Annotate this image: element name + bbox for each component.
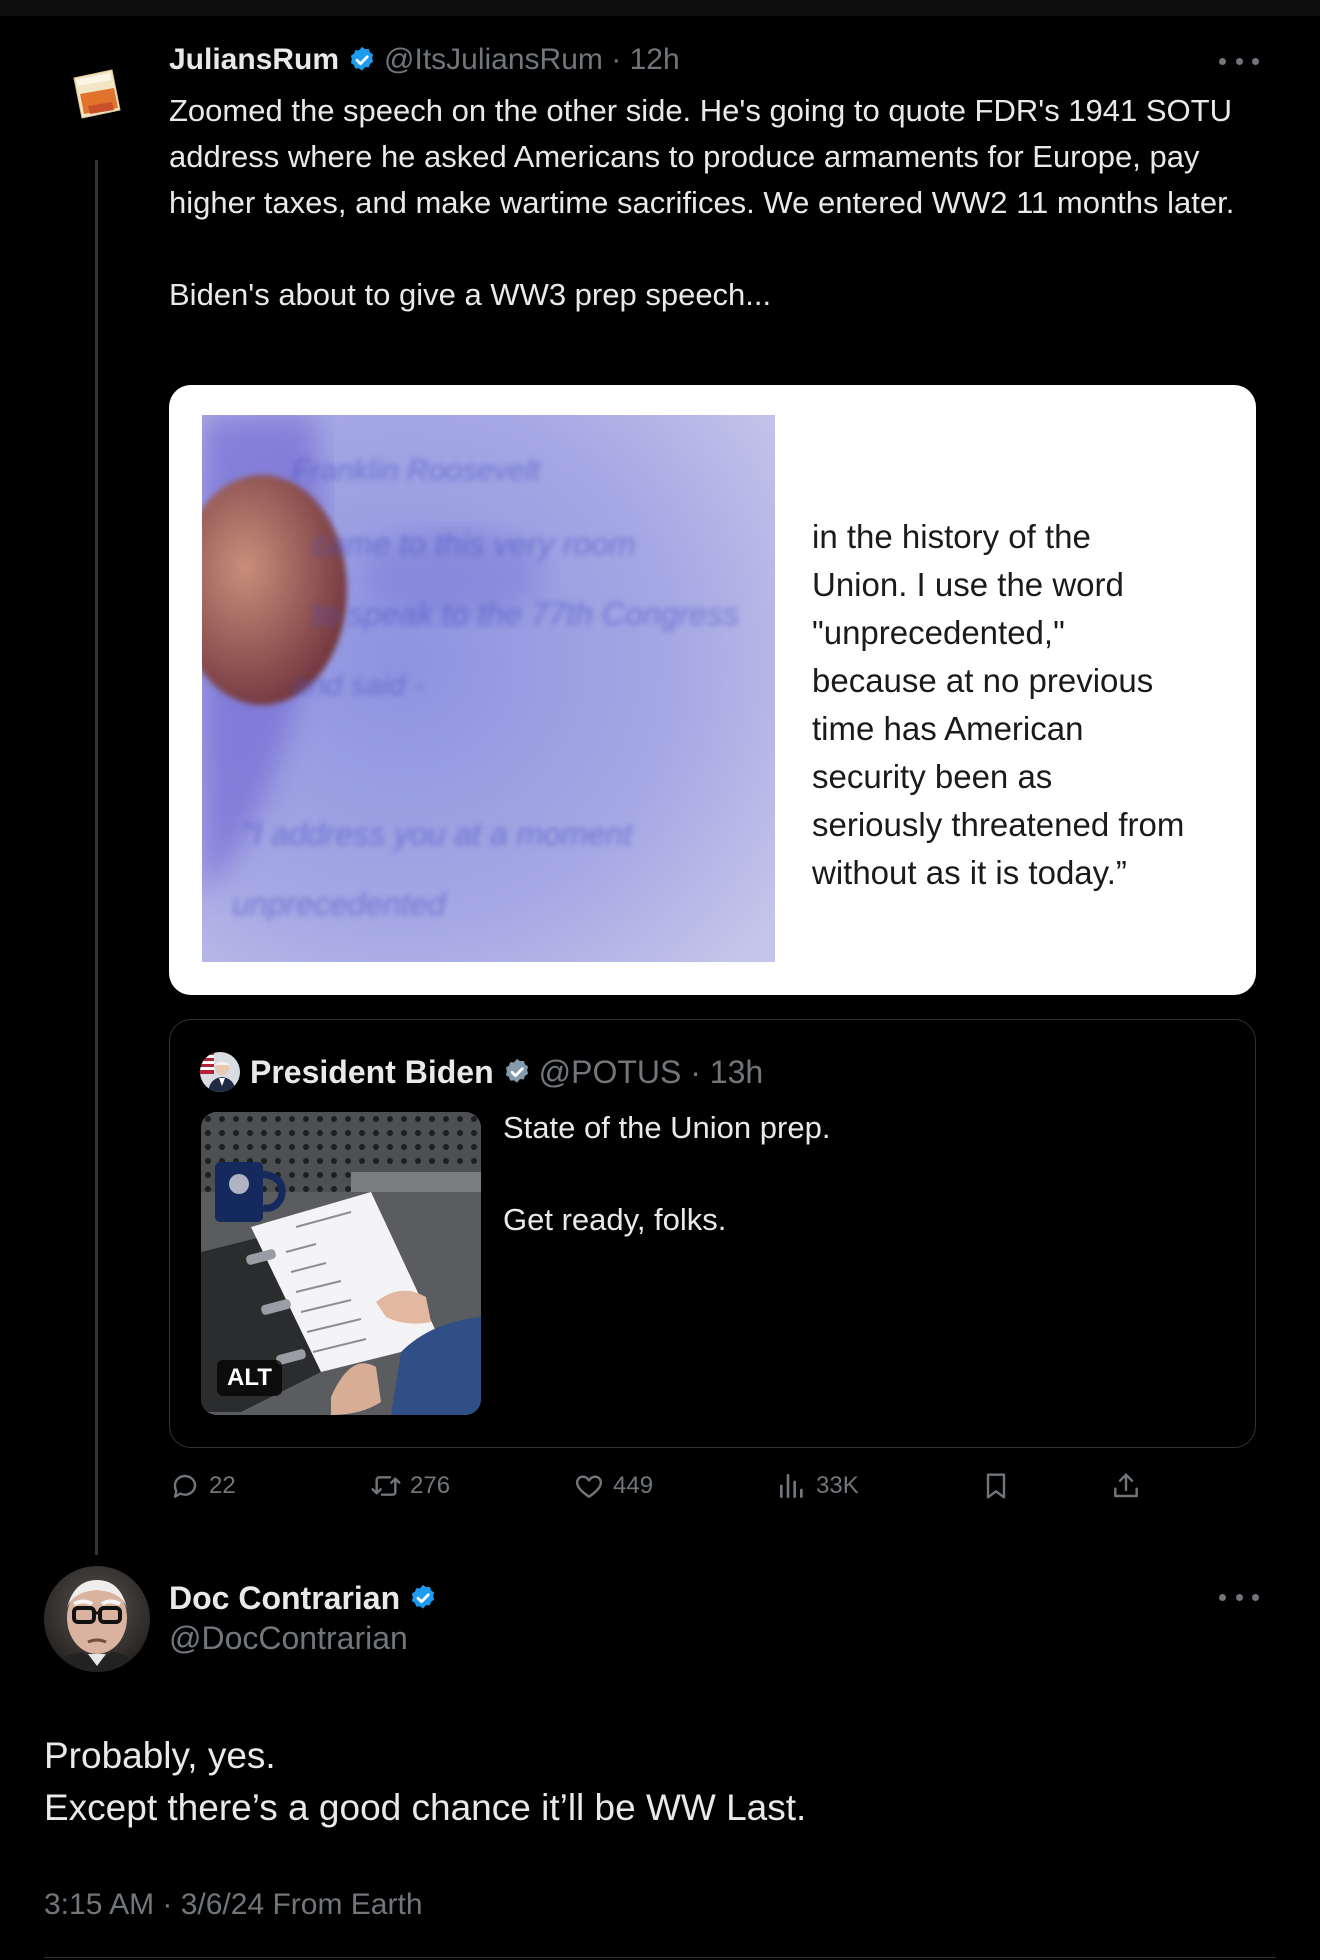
share-button[interactable]	[1110, 1468, 1150, 1504]
tweet-media-image[interactable]: Franklin Roosevelt came to this very roo…	[169, 385, 1256, 995]
views-count: 33K	[816, 1472, 859, 1499]
reply-timestamp[interactable]: 3:15 AM · 3/6/24 From Earth	[44, 1888, 423, 1922]
quoted-author-avatar[interactable]	[200, 1052, 240, 1092]
svg-text:"I address you at a moment: "I address you at a moment	[242, 816, 633, 852]
quoted-author-name[interactable]: President Biden	[250, 1054, 494, 1091]
separator-dot: ·	[602, 43, 630, 76]
quoted-tweet-header: President Biden @POTUS · 13h	[200, 1052, 763, 1092]
repost-count: 276	[410, 1472, 451, 1499]
reply-author-name[interactable]: Doc Contrarian	[169, 1580, 400, 1617]
quoted-tweet-image[interactable]: ALT	[201, 1112, 481, 1415]
share-icon	[1114, 1473, 1138, 1498]
reply-header: Doc Contrarian	[169, 1578, 445, 1618]
svg-text:came to this very room: came to this very room	[312, 526, 636, 562]
quoted-author-handle[interactable]: @POTUS	[539, 1054, 682, 1091]
reply-button[interactable]: 22	[169, 1468, 236, 1504]
quoted-tweet[interactable]: President Biden @POTUS · 13h ALT State o…	[169, 1019, 1256, 1448]
svg-text:unprecedented: unprecedented	[232, 886, 447, 922]
views-button[interactable]: 33K	[776, 1468, 859, 1504]
like-count: 449	[613, 1472, 654, 1499]
like-icon	[575, 1475, 603, 1498]
svg-text:to speak to the 77th Congress: to speak to the 77th Congress	[312, 596, 739, 632]
tweet-text: Zoomed the speech on the other side. He'…	[169, 93, 1235, 312]
alt-text-badge[interactable]: ALT	[217, 1360, 282, 1396]
svg-text:Franklin Roosevelt: Franklin Roosevelt	[292, 454, 542, 487]
svg-text:and said -: and said -	[292, 669, 424, 702]
verified-badge-icon	[408, 1583, 438, 1613]
like-button[interactable]: 449	[573, 1468, 653, 1504]
reply-count: 22	[209, 1472, 236, 1499]
reply-text: Probably, yes. Except there’s a good cha…	[44, 1735, 807, 1828]
tweet-time[interactable]: 12h	[630, 43, 680, 77]
verified-badge-icon	[502, 1057, 532, 1087]
author-handle[interactable]: @ItsJuliansRum	[384, 43, 603, 77]
top-bar	[0, 0, 1320, 16]
reply-author-avatar[interactable]	[44, 1566, 150, 1672]
quoted-tweet-time[interactable]: 13h	[710, 1054, 763, 1091]
divider	[44, 1957, 1276, 1958]
verified-badge-icon	[347, 45, 377, 75]
thread-connector-line	[95, 160, 98, 1555]
separator-dot: ·	[681, 1053, 710, 1090]
speech-closeup-photo: Franklin Roosevelt came to this very roo…	[202, 415, 775, 962]
reply-author-handle[interactable]: @DocContrarian	[169, 1620, 408, 1657]
speech-excerpt-text: in the history of the Union. I use the w…	[812, 518, 1185, 891]
author-avatar[interactable]	[66, 66, 128, 128]
author-name[interactable]: JuliansRum	[169, 43, 339, 77]
more-icon[interactable]	[1219, 1582, 1259, 1612]
bookmark-icon	[986, 1473, 1006, 1499]
bookmark-button[interactable]	[980, 1468, 1020, 1504]
repost-icon	[371, 1476, 401, 1496]
quoted-tweet-text: State of the Union prep. Get ready, folk…	[503, 1110, 831, 1237]
reply-icon	[173, 1474, 197, 1498]
tweet-header: JuliansRum @ItsJuliansRum · 12h	[169, 40, 680, 80]
more-icon[interactable]	[1219, 46, 1259, 76]
repost-button[interactable]: 276	[370, 1468, 450, 1504]
views-icon	[780, 1474, 803, 1498]
